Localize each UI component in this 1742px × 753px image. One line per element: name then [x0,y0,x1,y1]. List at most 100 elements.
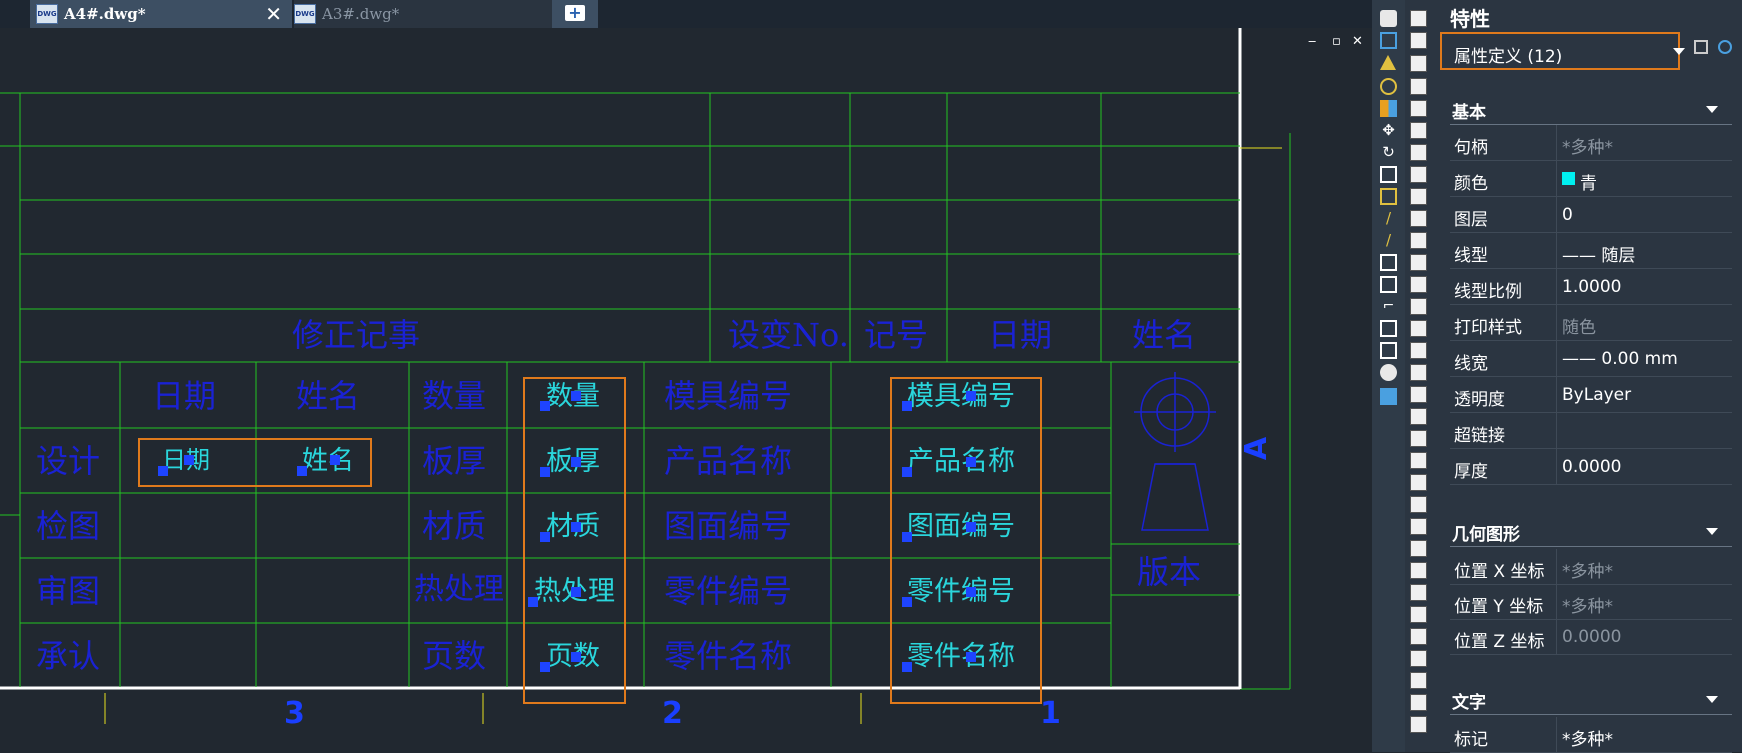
check-label: 检图 [36,507,101,545]
column-divider [1556,549,1557,584]
text-mask-icon[interactable] [1410,144,1427,161]
close-drawing-icon[interactable]: ✕ [1352,34,1363,49]
property-row-transparency[interactable]: 透明度 ByLayer [1450,377,1732,413]
check-icon[interactable] [1410,716,1427,733]
text-case-icon[interactable] [1410,166,1427,183]
table-icon[interactable] [1410,408,1427,425]
property-row-linetype-scale[interactable]: 线型比例 1.0000 [1450,269,1732,305]
property-row-position-z[interactable]: 位置 Z 坐标 0.0000 [1450,619,1732,655]
minimize-icon[interactable]: ‒ [1308,34,1316,49]
fillet-icon[interactable] [1380,320,1397,337]
section-text-header[interactable]: 文字 [1452,688,1486,713]
text-edit-icon[interactable] [1410,32,1427,49]
collapse-basic-icon[interactable] [1706,106,1718,113]
move-icon[interactable]: ✥ [1380,122,1397,139]
property-name: 图层 [1454,210,1488,230]
dropdown-arrow-icon[interactable] [1673,48,1685,55]
dimension-icon[interactable] [1410,210,1427,227]
property-row-lineweight[interactable]: 线宽 —— 0.00 mm [1450,341,1732,377]
trim-icon[interactable]: / [1380,210,1397,227]
array-icon[interactable] [1380,100,1397,117]
table-edit-icon[interactable] [1410,430,1427,447]
dimension-scale-icon[interactable] [1410,298,1427,315]
chamfer-icon[interactable]: ⌐ [1380,298,1397,315]
section-basic-header[interactable]: 基本 [1452,98,1486,123]
mirror-icon[interactable] [1380,55,1396,70]
restore-icon[interactable]: ▫ [1332,34,1341,49]
blend-icon[interactable] [1380,342,1397,359]
text-style-icon[interactable] [1410,10,1427,27]
join-icon[interactable] [1380,276,1397,293]
stretch-icon[interactable] [1380,188,1397,205]
character-icon[interactable] [1410,474,1427,491]
quick-select-icon[interactable] [1718,40,1732,54]
dimension-text-icon[interactable] [1410,232,1427,249]
number-icon[interactable] [1410,672,1427,689]
collapse-text-icon[interactable] [1706,696,1718,703]
property-row-hyperlink[interactable]: 超链接 [1450,413,1732,449]
dimension-overall-icon[interactable] [1410,342,1427,359]
dimension-round-icon[interactable] [1410,276,1427,293]
wave-icon[interactable] [1410,628,1427,645]
toggle-pickadd-icon[interactable] [1694,40,1708,54]
heat-treatment-label: 热处理 [414,572,504,607]
properties-icon[interactable] [1380,388,1397,405]
balloon-icon[interactable] [1410,650,1427,667]
eraser-icon[interactable] [1380,10,1397,27]
new-tab-button[interactable]: + [552,0,598,28]
revision-name-label: 姓名 [1132,316,1197,354]
property-row-plot-style[interactable]: 打印样式 随色 [1450,305,1732,341]
property-row-tag[interactable]: 标记 *多种* [1450,717,1732,753]
property-row-color[interactable]: 颜色 青 [1450,161,1732,197]
leader-icon[interactable] [1410,584,1427,601]
section-geometry-header[interactable]: 几何图形 [1452,520,1520,545]
tab-a4-drawing[interactable]: DWG A4#.dwg* ✕ [30,0,292,28]
close-tab-icon[interactable]: ✕ [265,2,282,26]
property-row-linetype[interactable]: 线型 —— 随层 [1450,233,1732,269]
design-label: 设计 [36,442,101,480]
dimension-step-icon[interactable] [1410,364,1427,381]
dimension-chain-icon[interactable] [1410,386,1427,403]
text-explode-icon[interactable] [1410,188,1427,205]
collapse-geometry-icon[interactable] [1706,528,1718,535]
hatch-icon[interactable] [1410,562,1427,579]
offset-icon[interactable] [1380,78,1397,95]
text-block-icon[interactable] [1410,78,1427,95]
color-swatch [1562,172,1575,185]
weld-icon[interactable] [1410,606,1427,623]
property-row-position-y[interactable]: 位置 Y 坐标 *多种* [1450,584,1732,620]
pen-icon[interactable] [1410,540,1427,557]
property-name: 厚度 [1454,462,1488,482]
copy-icon[interactable] [1380,32,1397,49]
thickness-label: 板厚 [422,442,487,480]
property-name: 线型比例 [1454,282,1522,302]
dimension-edit-icon[interactable] [1410,254,1427,271]
tab-a3-drawing[interactable]: DWG A3#.dwg* [294,0,552,28]
mark-label: 记号 [864,316,929,354]
property-row-handle[interactable]: 句柄 *多种* [1450,125,1732,161]
font-icon[interactable] [1410,452,1427,469]
explode-icon[interactable] [1380,364,1397,381]
text-align-icon[interactable] [1410,55,1427,72]
vocabulary-icon[interactable] [1410,496,1427,513]
text-fit-icon[interactable] [1410,100,1427,117]
property-row-position-x[interactable]: 位置 X 坐标 *多种* [1450,549,1732,585]
text-arc-icon[interactable] [1410,122,1427,139]
column-divider [1556,269,1557,304]
modify-toolbar: ✥ ↻ / / ⌐ [1372,0,1405,752]
dimension-tolerance-icon[interactable] [1410,320,1427,337]
symbol-icon[interactable] [1410,518,1427,535]
property-value: *多种* [1562,138,1613,158]
property-row-layer[interactable]: 图层 0 [1450,197,1732,233]
property-row-thickness[interactable]: 厚度 0.0000 [1450,449,1732,485]
extend-icon[interactable]: / [1380,232,1397,249]
drawing-canvas[interactable]: ‒ ▫ ✕ 修正记事 设变No. 记号 日期 姓名 日期 姓名 设计 检图 审图… [0,28,1372,752]
dimension-toolbar [1405,0,1432,752]
property-value: 0.0000 [1562,627,1622,647]
bom-icon[interactable] [1410,694,1427,711]
scale-icon[interactable] [1380,166,1397,183]
rotate-icon[interactable]: ↻ [1380,144,1397,161]
section-divider [1450,714,1732,715]
break-icon[interactable] [1380,254,1397,271]
selection-dropdown[interactable]: 属性定义 (12) [1440,32,1680,70]
